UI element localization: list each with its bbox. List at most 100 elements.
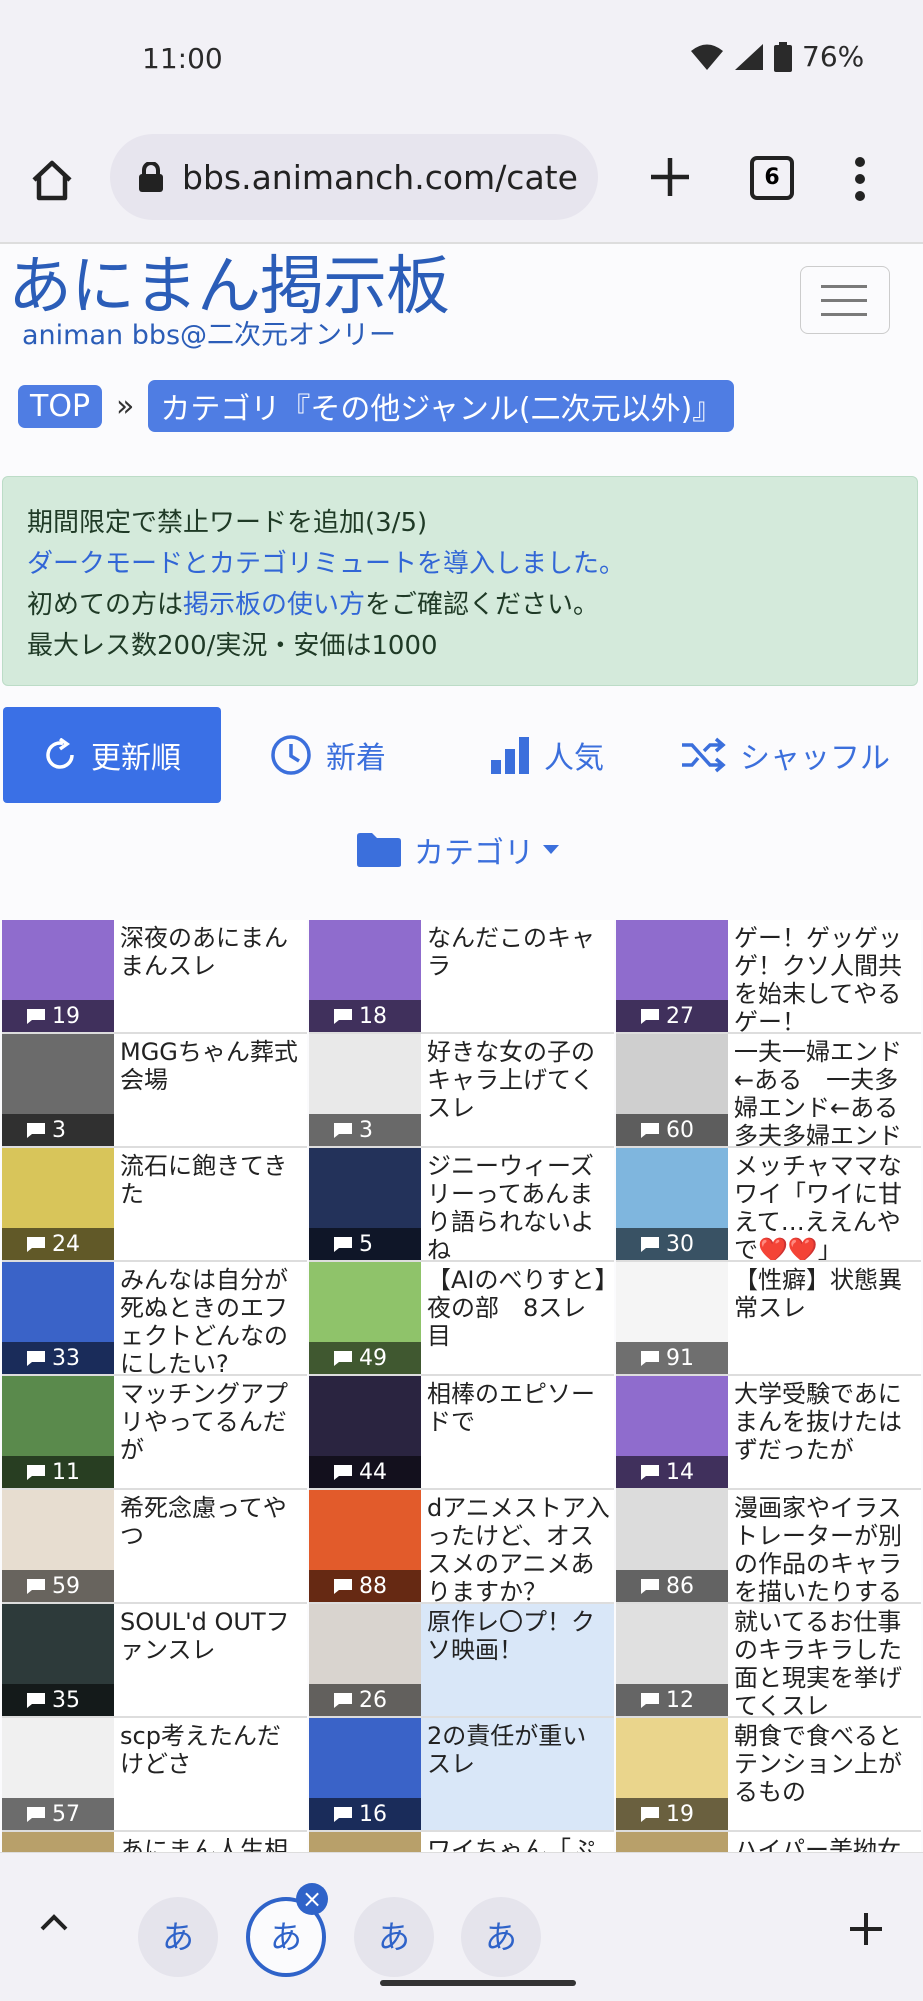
comment-icon [641,1807,659,1822]
comment-icon [334,1237,352,1252]
reply-count-badge: 5 [309,1228,421,1260]
thread-card[interactable]: 19 深夜のあにまんまんスレ [2,920,307,1034]
thread-title: 希死念慮ってやつ [120,1494,287,1550]
address-bar[interactable]: bbs.animanch.com/cate [110,134,598,220]
reply-count: 27 [666,1003,694,1029]
reply-count: 14 [666,1459,694,1485]
sort-new-button[interactable]: 新着 [270,707,386,803]
folder-icon [357,833,401,867]
thread-title: メッチャママなワイ「ワイに甘えて…ええんやで❤️❤️」 [734,1152,902,1262]
hamburger-line [821,299,867,302]
thread-card[interactable]: 18 なんだこのキャラ [309,920,614,1034]
category-dropdown-button[interactable]: カテゴリ [356,828,560,872]
thread-thumbnail: 88 [309,1490,421,1602]
tab-group-item[interactable]: あ [461,1897,541,1977]
thread-card[interactable]: 5 ジニーウィーズリーってあんまり語られないよね [309,1148,614,1262]
add-tab-icon[interactable] [846,1909,886,1949]
close-icon[interactable]: × [296,1883,328,1915]
thread-title: 【性癖】状態異常スレ [734,1266,902,1322]
thread-card[interactable]: 26 原作レ〇プ！クソ映画！ [309,1604,614,1718]
nav-menu-button[interactable] [800,266,890,334]
thread-card[interactable]: 30 メッチャママなワイ「ワイに甘えて…ええんやで❤️❤️」 [616,1148,921,1262]
reply-count-badge: 49 [309,1342,421,1374]
thread-card[interactable]: 16 2の責任が重いスレ [309,1718,614,1832]
thread-card[interactable]: 3 好きな女の子のキャラ上げてくスレ [309,1034,614,1148]
comment-icon [334,1123,352,1138]
sort-updated-button[interactable]: 更新順 [3,707,221,803]
status-bar: 11:00 76% [0,0,923,120]
thread-card[interactable]: 12 就いてるお仕事のキラキラした面と現実を挙げてくスレ [616,1604,921,1718]
thread-card[interactable]: 86 漫画家やイラストレーターが別の作品のキャラを描いたりする [616,1490,921,1604]
thread-card[interactable]: 3 MGGちゃん葬式会場 [2,1034,307,1148]
thread-card[interactable]: 59 希死念慮ってやつ [2,1490,307,1604]
reply-count: 86 [666,1573,694,1599]
thread-card[interactable]: 14 大学受験であにまんを抜けたはずだったが [616,1376,921,1490]
thread-thumbnail: 59 [2,1490,114,1602]
overflow-menu-icon[interactable] [852,156,868,202]
comment-icon [334,1807,352,1822]
site-logo[interactable]: あにまん掲示板 animan bbs@二次元オンリー [8,252,450,351]
comment-icon [641,1693,659,1708]
logo-subtitle: animan bbs@二次元オンリー [22,320,397,351]
thread-thumbnail: 11 [2,1376,114,1488]
thread-card[interactable]: 57 scp考えたんだけどさ [2,1718,307,1832]
notice-link[interactable]: ダークモードとカテゴリミュートを導入しました。 [27,544,917,585]
thread-thumbnail: 19 [616,1718,728,1830]
thread-card[interactable]: 44 相棒のエピソードで [309,1376,614,1490]
thread-title: 一夫一婦エンド←ある 一夫多婦エンド←ある 多夫多婦エンド [734,1038,921,1148]
comment-icon [27,1579,45,1594]
notice-line: 期間限定で禁止ワードを追加(3/5) [27,508,428,538]
reply-count-badge: 24 [2,1228,114,1260]
new-tab-icon[interactable] [645,152,695,202]
thread-card[interactable]: 33 みんなは自分が死ぬときのエフェクトどんなのにしたい? [2,1262,307,1376]
thread-title: ゲー！ゲッゲッゲ！クソ人間共を始末してやるゲー！ [734,924,902,1034]
bottom-tab-strip: あ あ × あ あ [0,1852,923,2001]
tab-group-item[interactable]: あ [354,1897,434,1977]
home-icon[interactable] [30,158,74,202]
reply-count-badge: 3 [2,1114,114,1146]
breadcrumb-top[interactable]: TOP [18,384,103,428]
thread-title: 相棒のエピソードで [427,1380,595,1436]
thread-title: scp考えたんだけどさ [120,1722,281,1778]
category-label: カテゴリ [414,836,534,871]
clock: 11:00 [142,42,223,75]
thread-title: 朝食で食べるとテンション上がるもの [734,1722,902,1806]
reply-count-badge: 88 [309,1570,421,1602]
comment-icon [334,1351,352,1366]
reply-count-badge: 14 [616,1456,728,1488]
thread-card[interactable]: 19 朝食で食べるとテンション上がるもの [616,1718,921,1832]
tab-switcher-button[interactable]: 6 [750,156,794,200]
reply-count: 88 [359,1573,387,1599]
breadcrumb: TOP » カテゴリ『その他ジャンル(二次元以外)』 [18,380,735,432]
reply-count-badge: 59 [2,1570,114,1602]
thread-card[interactable]: 88 dアニメストア入ったけど、オススメのアニメありますか？ [309,1490,614,1604]
thread-thumbnail: 60 [616,1034,728,1146]
reply-count-badge: 11 [2,1456,114,1488]
thread-card[interactable]: 35 SOUL'd OUTファンスレ [2,1604,307,1718]
thread-thumbnail: 12 [616,1604,728,1716]
thread-title: 好きな女の子のキャラ上げてくスレ [427,1038,595,1122]
thread-thumbnail: 14 [616,1376,728,1488]
lock-icon [139,162,163,192]
thread-card[interactable]: 60 一夫一婦エンド←ある 一夫多婦エンド←ある 多夫多婦エンド [616,1034,921,1148]
reply-count-badge: 18 [309,1000,421,1032]
thread-card[interactable]: 24 流石に飽きてきた [2,1148,307,1262]
thread-title: マッチングアプリやってるんだが [120,1380,288,1464]
breadcrumb-category[interactable]: カテゴリ『その他ジャンル(二次元以外)』 [148,380,735,432]
sort-popular-button[interactable]: 人気 [490,707,604,803]
reply-count: 19 [52,1003,80,1029]
comment-icon [641,1465,659,1480]
thread-title: SOUL'd OUTファンスレ [120,1608,290,1664]
comment-icon [641,1237,659,1252]
thread-card[interactable]: 11 マッチングアプリやってるんだが [2,1376,307,1490]
comment-icon [27,1807,45,1822]
thread-card[interactable]: 49 【AIのべりすと】夜の部 8スレ目 [309,1262,614,1376]
tab-group-item[interactable]: あ [138,1897,218,1977]
reply-count: 24 [52,1231,80,1257]
sort-shuffle-button[interactable]: シャッフル [680,707,890,803]
chevron-up-icon[interactable] [36,1905,72,1941]
howto-link[interactable]: 掲示板の使い方 [183,590,365,620]
thread-card[interactable]: 91 【性癖】状態異常スレ [616,1262,921,1376]
reply-count-badge: 26 [309,1684,421,1716]
thread-card[interactable]: 27 ゲー！ゲッゲッゲ！クソ人間共を始末してやるゲー！ [616,920,921,1034]
